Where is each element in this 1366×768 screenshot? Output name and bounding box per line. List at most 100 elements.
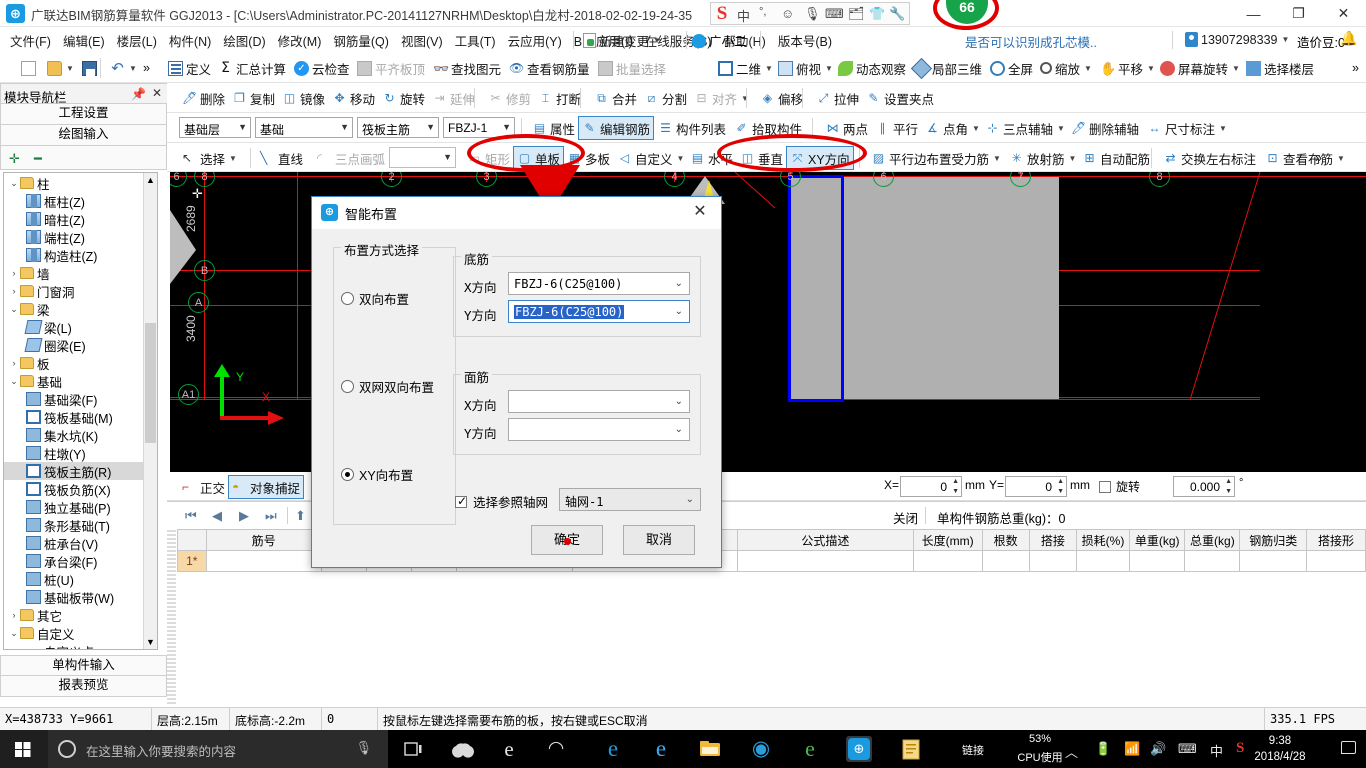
rebar-cell[interactable]	[1028, 550, 1077, 572]
chevron-down-icon[interactable]: ▼	[426, 122, 435, 132]
view-button-选择楼层[interactable]: 选择楼层	[1243, 57, 1317, 79]
modify-button-偏移[interactable]: ◈ 偏移	[757, 87, 806, 109]
axis-bubble-left[interactable]: A1	[178, 384, 199, 405]
close-icon[interactable]: ✕	[152, 86, 162, 100]
stepper-down-icon[interactable]: ▼	[952, 488, 959, 495]
task-view-button[interactable]	[400, 736, 426, 762]
component-tree[interactable]: ⌄ 柱框柱(Z) 暗柱(Z) 端柱(Z) 构造柱(Z) › 墙 › 门窗洞 ⌄ 梁梁(L) 圈梁(E)…	[3, 172, 158, 650]
chevron-down-icon[interactable]: ▼	[765, 64, 773, 73]
axis-bubble-left[interactable]: B	[194, 260, 215, 281]
settings-wrench-icon[interactable]: 🔧	[889, 6, 905, 22]
chevron-down-icon[interactable]: ▼	[1147, 64, 1155, 73]
draw-button-平行边布置受力筋[interactable]: ▨ 平行边布置受力筋 ▼	[868, 147, 1004, 169]
modify-button-打断[interactable]: ⌶ 打断	[535, 87, 584, 109]
bottom-y-combo[interactable]: FBZJ-6(C25@100) ⌄	[508, 300, 690, 323]
account-phone[interactable]: 13907298339 ▼	[1185, 32, 1289, 47]
type-combo[interactable]: 筏板主筋 ▼	[357, 117, 439, 138]
draw-button-自定义[interactable]: ◁ 自定义 ▼	[614, 147, 687, 169]
rebar-cell[interactable]	[1184, 550, 1241, 572]
draw-param-combo[interactable]: ▼	[389, 147, 456, 168]
chevron-down-icon[interactable]: ▼	[1232, 64, 1240, 73]
view-button-俯视[interactable]: 俯视 ▼	[775, 57, 836, 79]
chevron-down-icon[interactable]: ▼	[66, 64, 74, 73]
axis-button-尺寸标注[interactable]: ↔ 尺寸标注 ▼	[1144, 117, 1230, 139]
open-file-button[interactable]: ▼	[44, 57, 77, 79]
arc-tool-button[interactable]: ◜ 三点画弧 ▼	[314, 147, 400, 169]
chevron-down-icon[interactable]: ▼	[340, 122, 349, 132]
pin-icon[interactable]: 📌	[131, 87, 146, 101]
toolbar-button-汇总计算[interactable]: Σ 汇总计算	[215, 57, 289, 79]
select-tool-button[interactable]: ↖ 选择 ▼	[179, 147, 240, 169]
chevron-down-icon[interactable]: ▼	[1084, 64, 1092, 73]
toolbar-button-云检查[interactable]: ✓ 云检查	[291, 57, 353, 79]
keyboard-icon[interactable]: ⌨	[825, 6, 844, 22]
rotate-stepper[interactable]: 0.000 ▲ ▼	[1173, 476, 1235, 497]
chevron-right-icon[interactable]: ›	[8, 610, 20, 620]
notification-bell-icon[interactable]: 🔔	[1340, 30, 1357, 47]
tree-item-独立基础(P)[interactable]: 独立基础(P)	[4, 498, 144, 516]
ortho-toggle[interactable]: ⌐ 正交	[179, 476, 228, 498]
view-button-缩放[interactable]: 缩放 ▼	[1037, 57, 1095, 79]
member-button-拾取构件[interactable]: ✐ 拾取构件	[731, 117, 805, 139]
start-button[interactable]	[0, 730, 48, 768]
chevron-down-icon[interactable]: ⌄	[675, 396, 683, 407]
axis-button-三点辅轴[interactable]: ⊹ 三点辅轴 ▼	[982, 117, 1068, 139]
toolbar-button-查找图元[interactable]: 👓 查找图元	[430, 57, 504, 79]
rebar-cell[interactable]	[912, 550, 983, 572]
minimize-button[interactable]: —	[1231, 0, 1276, 27]
panel-drag-handle[interactable]	[167, 530, 176, 706]
tree-item-构造柱(Z)[interactable]: 构造柱(Z)	[4, 246, 144, 264]
tree-item-墙[interactable]: › 墙	[4, 264, 144, 282]
menu-item-5[interactable]: 修改(M)	[272, 28, 328, 53]
rebar-cell[interactable]	[1306, 550, 1366, 572]
menu-item-9[interactable]: 云应用(Y)	[502, 28, 568, 53]
volume-icon[interactable]: 🔊	[1150, 741, 1166, 757]
bottom-x-combo[interactable]: FBZJ-6(C25@100) ⌄	[508, 272, 690, 295]
nav-first-button[interactable]: ⏮	[185, 508, 197, 524]
draw-button-单板[interactable]: ▢ 单板	[512, 146, 565, 170]
toolbox-icon[interactable]: 🗂	[848, 6, 865, 22]
nav-last-button[interactable]: ⏭	[265, 508, 277, 524]
menu-item-2[interactable]: 楼层(L)	[111, 28, 163, 53]
toolbar-button-查看钢筋量[interactable]: 👁 查看钢筋量	[506, 57, 593, 79]
modify-button-分割[interactable]: ⧄ 分割	[641, 87, 690, 109]
chevron-down-icon[interactable]: ⌄	[675, 306, 683, 317]
tree-item-门窗洞[interactable]: › 门窗洞	[4, 282, 144, 300]
nav-up-button[interactable]: ⬆	[295, 508, 306, 524]
tree-item-筏板主筋(R)[interactable]: 筏板主筋(R)	[4, 462, 144, 480]
chevron-down-icon[interactable]: ▼	[1337, 154, 1345, 163]
rotate-checkbox-group[interactable]: 旋转	[1099, 478, 1140, 495]
microphone-icon[interactable]: 🎙	[355, 740, 372, 756]
view-button-屏幕旋转[interactable]: 屏幕旋转 ▼	[1157, 57, 1243, 79]
axis-bubble-top[interactable]: 3	[476, 172, 497, 187]
menu-item-13[interactable]: 版本号(B)	[772, 28, 838, 53]
close-button[interactable]: ✕	[1321, 0, 1366, 27]
scroll-up-icon[interactable]: ▲	[144, 173, 157, 187]
tree-item-筏板负筋(X)[interactable]: 筏板负筋(X)	[4, 480, 144, 498]
object-snap-toggle[interactable]: ◓ 对象捕捉	[227, 475, 305, 499]
user-account-button[interactable]: 广小二	[692, 31, 747, 50]
menu-item-4[interactable]: 绘图(D)	[217, 28, 271, 53]
save-button[interactable]	[79, 57, 100, 79]
taskbar-app-ie[interactable]: e	[496, 736, 522, 762]
chevron-right-icon[interactable]: ›	[8, 286, 20, 296]
chevron-right-icon[interactable]: ›	[8, 358, 20, 368]
axis-bubble-top[interactable]: 8	[194, 172, 215, 187]
chevron-down-icon[interactable]: ▼	[653, 36, 661, 45]
cancel-button[interactable]: 取消	[623, 525, 695, 555]
ime-smiley-icon[interactable]: ☺	[781, 6, 794, 21]
nav-tab-single-member-input[interactable]: 单构件输入	[0, 655, 167, 676]
chevron-down-icon[interactable]: ⌄	[675, 424, 683, 435]
chevron-down-icon[interactable]: ▼	[1057, 124, 1065, 133]
draw-button-矩形[interactable]: ▭ 矩形	[464, 147, 513, 169]
offset-y-stepper[interactable]: 0 ▲ ▼	[1005, 476, 1067, 497]
stepper-up-icon[interactable]: ▲	[952, 478, 959, 485]
chevron-right-icon[interactable]: ›	[8, 268, 20, 278]
axis-button-平行[interactable]: ∥ 平行	[872, 117, 921, 139]
category-combo[interactable]: 基础 ▼	[255, 117, 353, 138]
line-tool-button[interactable]: ╲ 直线	[257, 147, 306, 169]
maximize-button[interactable]: ❐	[1276, 0, 1321, 27]
tree-item-梁[interactable]: ⌄ 梁	[4, 300, 144, 318]
modify-button-延伸[interactable]: ⇥ 延伸	[429, 87, 478, 109]
tree-item-集水坑(K)[interactable]: 集水坑(K)	[4, 426, 144, 444]
